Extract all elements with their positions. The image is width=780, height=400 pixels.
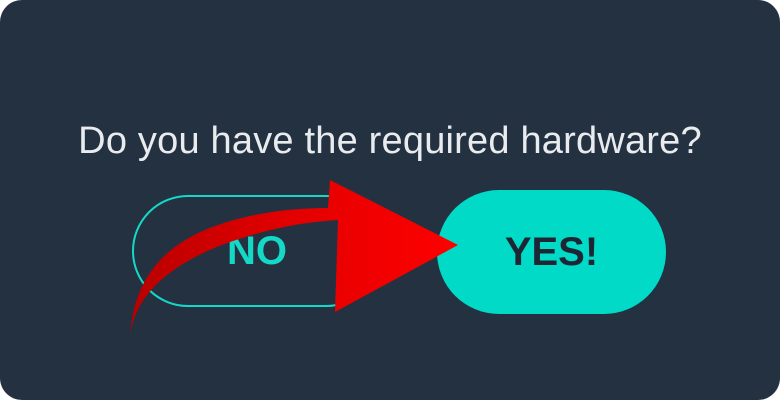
yes-button[interactable]: YES! bbox=[437, 190, 666, 314]
no-button[interactable]: NO bbox=[132, 195, 382, 307]
question-text: Do you have the required hardware? bbox=[78, 120, 702, 162]
hardware-dialog: Do you have the required hardware? NO YE… bbox=[0, 0, 780, 400]
curved-arrow-icon bbox=[130, 180, 458, 340]
